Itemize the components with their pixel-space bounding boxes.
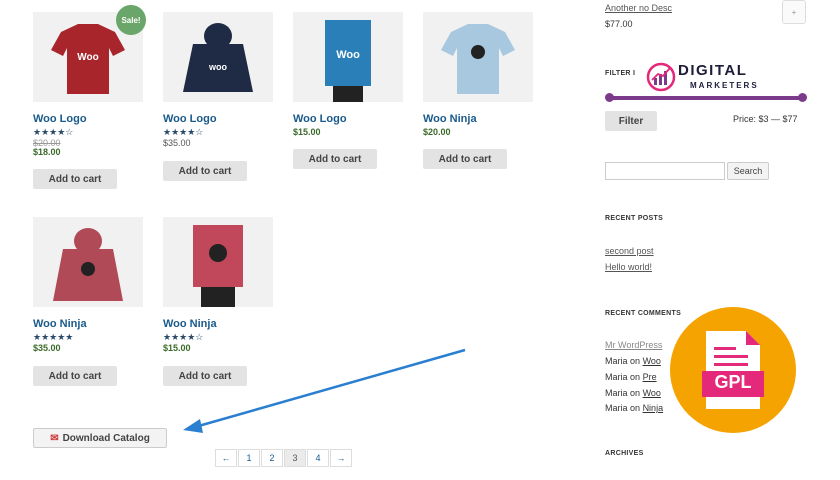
comment-author: Maria	[605, 372, 628, 382]
watermark-line1: DIGITAL	[678, 62, 748, 79]
recent-comments-heading: RECENT COMMENTS	[605, 310, 682, 317]
comment-target-link[interactable]: Woo	[643, 388, 661, 398]
comment-entry: Maria on Woo	[605, 356, 661, 366]
recent-post-link[interactable]: Hello world!	[605, 262, 652, 272]
filter-button[interactable]: Filter	[605, 111, 657, 131]
comment-target-link[interactable]: Ninja	[643, 403, 664, 413]
comment-on: on	[630, 372, 641, 382]
comment-on: on	[630, 356, 641, 366]
pagination-page[interactable]: 4	[307, 449, 329, 467]
sidebar-remove-icon[interactable]: +	[782, 0, 806, 24]
comment-target-link[interactable]: Pre	[643, 372, 657, 382]
digital-marketers-watermark: DIGITAL MARKETERS	[644, 60, 784, 96]
gpl-badge: GPL	[670, 307, 796, 433]
search-input[interactable]	[605, 162, 725, 180]
comment-entry: Maria on Pre	[605, 372, 657, 382]
price-slider-track[interactable]	[609, 96, 803, 100]
search-button[interactable]: Search	[727, 162, 769, 180]
comment-entry: Maria on Woo	[605, 388, 661, 398]
price-slider-min-handle[interactable]	[605, 93, 614, 102]
comment-author: Maria	[605, 388, 628, 398]
comment-on: on	[630, 403, 641, 413]
comment-author-link[interactable]: Mr WordPress	[605, 340, 662, 350]
document-icon	[702, 331, 764, 409]
archives-heading: ARCHIVES	[605, 450, 644, 457]
filter-heading: FILTER I	[605, 70, 636, 77]
pagination-page[interactable]: 1	[238, 449, 260, 467]
sidebar-product-link[interactable]: Another no Desc	[605, 3, 672, 13]
recent-post-link[interactable]: second post	[605, 246, 654, 256]
chart-logo-icon	[646, 62, 676, 92]
pagination-page[interactable]: 2	[261, 449, 283, 467]
comment-author: Maria	[605, 356, 628, 366]
pagination-next[interactable]: →	[330, 449, 352, 467]
pagination-prev[interactable]: ←	[215, 449, 237, 467]
price-slider-max-handle[interactable]	[798, 93, 807, 102]
sidebar-product-price: $77.00	[605, 19, 633, 29]
watermark-line2: MARKETERS	[690, 81, 759, 90]
pagination-page-current: 3	[284, 449, 306, 467]
comment-target-link[interactable]: Woo	[643, 356, 661, 366]
price-range-label: Price: $3 — $77	[733, 114, 798, 124]
comment-entry: Maria on Ninja	[605, 403, 663, 413]
gpl-badge-label: GPL	[714, 372, 752, 392]
recent-posts-heading: RECENT POSTS	[605, 215, 664, 222]
comment-on: on	[630, 388, 641, 398]
comment-author: Maria	[605, 403, 628, 413]
